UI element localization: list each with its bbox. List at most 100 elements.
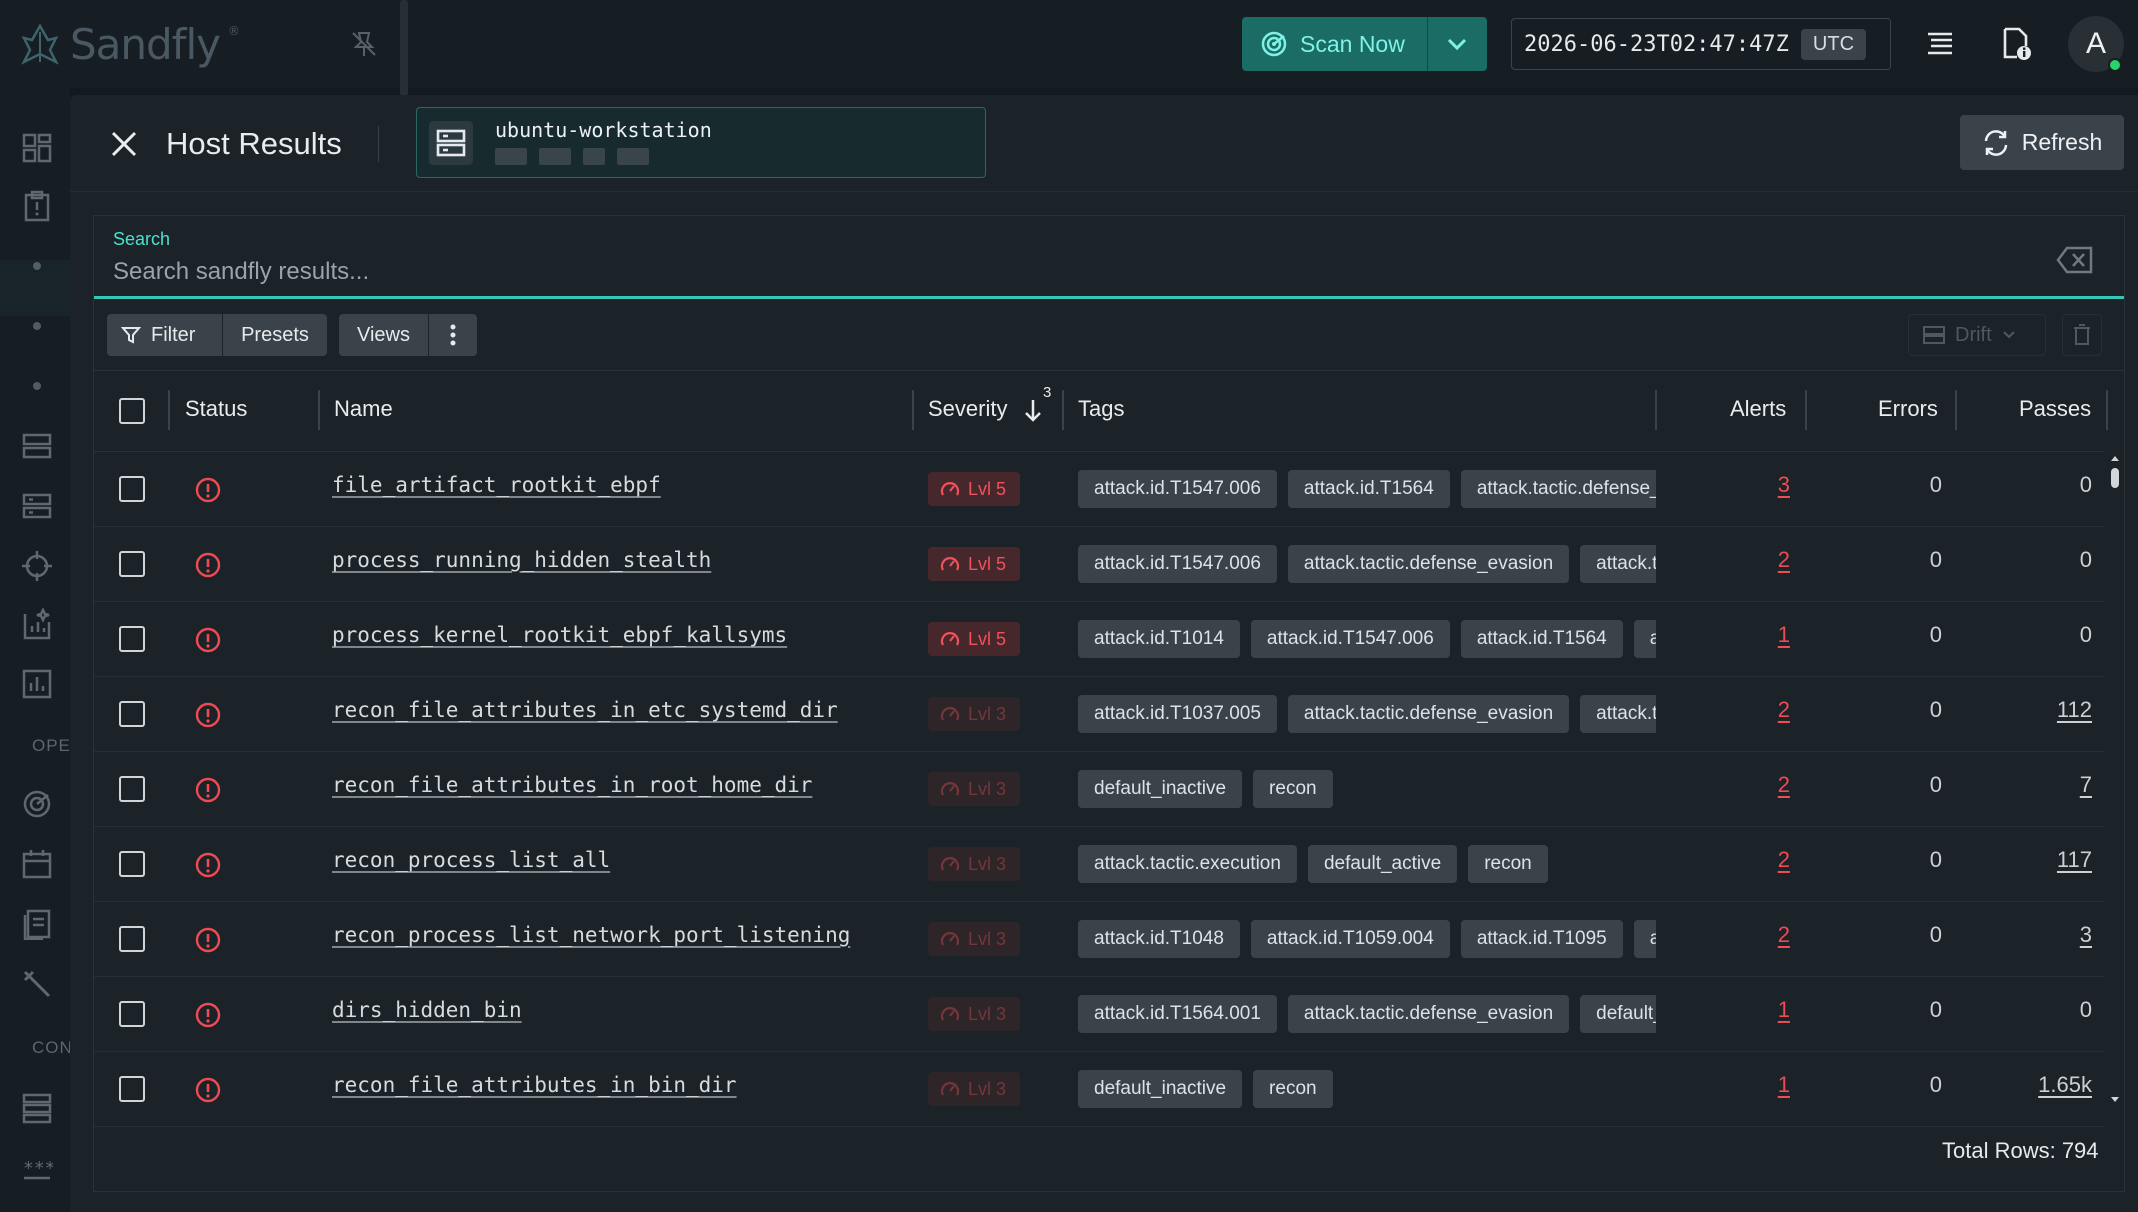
tag-chip[interactable]: attack.id.T1547.006 bbox=[1078, 470, 1277, 508]
column-separator[interactable] bbox=[168, 390, 170, 430]
column-separator[interactable] bbox=[1655, 390, 1657, 430]
servers-icon[interactable] bbox=[21, 1092, 53, 1124]
column-header-alerts[interactable]: Alerts bbox=[1730, 396, 1786, 422]
result-name-link[interactable]: recon_file_attributes_in_bin_dir bbox=[332, 1073, 737, 1097]
column-separator[interactable] bbox=[318, 390, 320, 430]
filter-button[interactable]: Filter bbox=[107, 314, 222, 356]
column-separator[interactable] bbox=[1955, 390, 1957, 430]
column-separator[interactable] bbox=[912, 390, 914, 430]
dashboard-icon[interactable] bbox=[21, 132, 53, 164]
alert-clipboard-icon[interactable] bbox=[21, 190, 53, 222]
table-row[interactable]: recon_process_list_network_port_listenin… bbox=[94, 902, 2104, 977]
result-name-link[interactable]: recon_file_attributes_in_etc_systemd_dir bbox=[332, 698, 838, 722]
alerts-count-link[interactable]: 1 bbox=[1710, 997, 1790, 1023]
column-header-severity[interactable]: Severity bbox=[928, 396, 1007, 422]
column-header-status[interactable]: Status bbox=[185, 396, 247, 422]
tag-chip[interactable]: attack.id.T1095 bbox=[1460, 920, 1623, 958]
row-checkbox[interactable] bbox=[119, 926, 145, 952]
table-row[interactable]: process_kernel_rootkit_ebpf_kallsyms Lvl … bbox=[94, 602, 2104, 677]
select-all-checkbox[interactable] bbox=[119, 398, 145, 424]
drift-button[interactable]: Drift bbox=[1908, 314, 2046, 356]
passes-count[interactable]: 112 bbox=[2012, 697, 2092, 723]
scan-now-button[interactable]: Scan Now bbox=[1242, 17, 1427, 71]
crosshair-icon[interactable] bbox=[21, 550, 53, 582]
row-checkbox[interactable] bbox=[119, 551, 145, 577]
row-checkbox[interactable] bbox=[119, 851, 145, 877]
row-checkbox[interactable] bbox=[119, 1001, 145, 1027]
tag-chip[interactable]: default_active bbox=[1307, 845, 1458, 883]
timezone-badge[interactable]: UTC bbox=[1800, 28, 1867, 60]
tag-chip[interactable]: attack.tactic.defense_evasion bbox=[1460, 470, 1656, 508]
tag-chip[interactable]: attack.tactic.defense_evasion bbox=[1633, 620, 1656, 658]
alerts-count-link[interactable]: 2 bbox=[1710, 697, 1790, 723]
column-separator[interactable] bbox=[1805, 390, 1807, 430]
tag-chip[interactable]: attack.id.T1048 bbox=[1078, 920, 1240, 958]
more-options-button[interactable] bbox=[429, 314, 477, 356]
tag-chip[interactable]: default_inactive bbox=[1078, 1070, 1243, 1108]
tag-chip[interactable]: attack.id.T1059.004 bbox=[1250, 920, 1450, 958]
row-checkbox[interactable] bbox=[119, 476, 145, 502]
result-name-link[interactable]: process_kernel_rootkit_ebpf_kallsyms bbox=[332, 623, 787, 647]
column-header-passes[interactable]: Passes bbox=[2019, 396, 2091, 422]
tools-icon[interactable] bbox=[21, 968, 53, 1000]
presets-button[interactable]: Presets bbox=[223, 314, 327, 356]
table-row[interactable]: recon_file_attributes_in_root_home_dir Lv… bbox=[94, 752, 2104, 827]
alerts-count-link[interactable]: 2 bbox=[1710, 772, 1790, 798]
tag-chip[interactable]: recon bbox=[1253, 770, 1333, 808]
sidebar-subitem-dot[interactable] bbox=[33, 382, 41, 390]
column-header-tags[interactable]: Tags bbox=[1078, 396, 1124, 422]
table-row[interactable]: process_running_hidden_stealth Lvl 5 attac… bbox=[94, 527, 2104, 602]
table-row[interactable]: recon_file_attributes_in_etc_systemd_dir… bbox=[94, 677, 2104, 752]
tag-chip[interactable]: attack.tactic.execution bbox=[1078, 845, 1297, 883]
result-name-link[interactable]: dirs_hidden_bin bbox=[332, 998, 522, 1022]
tag-chip[interactable]: attack.id.T1564.001 bbox=[1078, 995, 1277, 1033]
tag-chip[interactable]: attack.id.T1547.006 bbox=[1250, 620, 1450, 658]
tag-chip[interactable]: attack.id.T1564 bbox=[1287, 470, 1450, 508]
row-checkbox[interactable] bbox=[119, 701, 145, 727]
result-name-link[interactable]: recon_file_attributes_in_root_home_dir bbox=[332, 773, 812, 797]
close-icon[interactable] bbox=[108, 128, 140, 160]
table-row[interactable]: dirs_hidden_bin Lvl 3 attack.id.T1564.001 a… bbox=[94, 977, 2104, 1052]
task-list-icon[interactable] bbox=[1922, 26, 1958, 62]
tag-chip[interactable]: recon bbox=[1253, 1070, 1333, 1108]
bar-chart-icon[interactable] bbox=[21, 668, 53, 700]
calendar-icon[interactable] bbox=[21, 848, 53, 880]
search-input[interactable]: Search sandfly results... bbox=[113, 258, 369, 286]
tag-chip[interactable]: attack.tactic.defense_evasion bbox=[1287, 545, 1570, 583]
result-name-link[interactable]: recon_process_list_all bbox=[332, 848, 610, 872]
tag-chip[interactable]: attack.id.T1564 bbox=[1460, 620, 1623, 658]
alerts-count-link[interactable]: 1 bbox=[1710, 1072, 1790, 1098]
password-icon[interactable]: *** bbox=[21, 1152, 53, 1184]
backspace-clear-icon[interactable] bbox=[2056, 245, 2094, 275]
passes-count[interactable]: 117 bbox=[2012, 847, 2092, 873]
column-separator[interactable] bbox=[2106, 390, 2108, 430]
table-row[interactable]: recon_file_attributes_in_bin_dir Lvl 3 def… bbox=[94, 1052, 2104, 1127]
documents-icon[interactable] bbox=[21, 908, 53, 940]
tag-chip[interactable]: default_active bbox=[1580, 995, 1656, 1033]
sidebar-resize-handle[interactable] bbox=[400, 0, 408, 96]
row-checkbox[interactable] bbox=[119, 626, 145, 652]
passes-count[interactable]: 7 bbox=[2012, 772, 2092, 798]
tag-chip[interactable]: attack.tactic.exfiltration bbox=[1633, 920, 1656, 958]
column-header-errors[interactable]: Errors bbox=[1878, 396, 1938, 422]
passes-count[interactable]: 1.65k bbox=[2012, 1072, 2092, 1098]
tag-chip[interactable]: attack.tactic.defense_evasion bbox=[1287, 995, 1570, 1033]
tag-chip[interactable]: attack.id.T1014 bbox=[1078, 620, 1240, 658]
tag-chip[interactable]: default_inactive bbox=[1078, 770, 1243, 808]
column-separator[interactable] bbox=[1062, 390, 1064, 430]
column-header-name[interactable]: Name bbox=[334, 396, 393, 422]
alerts-count-link[interactable]: 2 bbox=[1710, 547, 1790, 573]
delete-button[interactable] bbox=[2062, 314, 2102, 356]
passes-count[interactable]: 3 bbox=[2012, 922, 2092, 948]
table-row[interactable]: recon_process_list_all Lvl 3 attack.tactic… bbox=[94, 827, 2104, 902]
result-name-link[interactable]: file_artifact_rootkit_ebpf bbox=[332, 473, 661, 497]
tag-chip[interactable]: attack.tactic.persistence bbox=[1580, 695, 1656, 733]
sidebar-subitem-dot[interactable] bbox=[33, 322, 41, 330]
tag-chip[interactable]: attack.tactic.defense_evasion bbox=[1287, 695, 1570, 733]
tag-chip[interactable]: attack.id.T1037.005 bbox=[1078, 695, 1277, 733]
hosts-icon[interactable] bbox=[21, 430, 53, 462]
tag-chip[interactable]: attack.tactic.persistence bbox=[1580, 545, 1656, 583]
table-row[interactable]: file_artifact_rootkit_ebpf Lvl 5 attack.id… bbox=[94, 452, 2104, 527]
table-scrollbar[interactable] bbox=[2108, 452, 2122, 1112]
sandfly-logo[interactable]: Sandfly ® bbox=[18, 14, 240, 74]
